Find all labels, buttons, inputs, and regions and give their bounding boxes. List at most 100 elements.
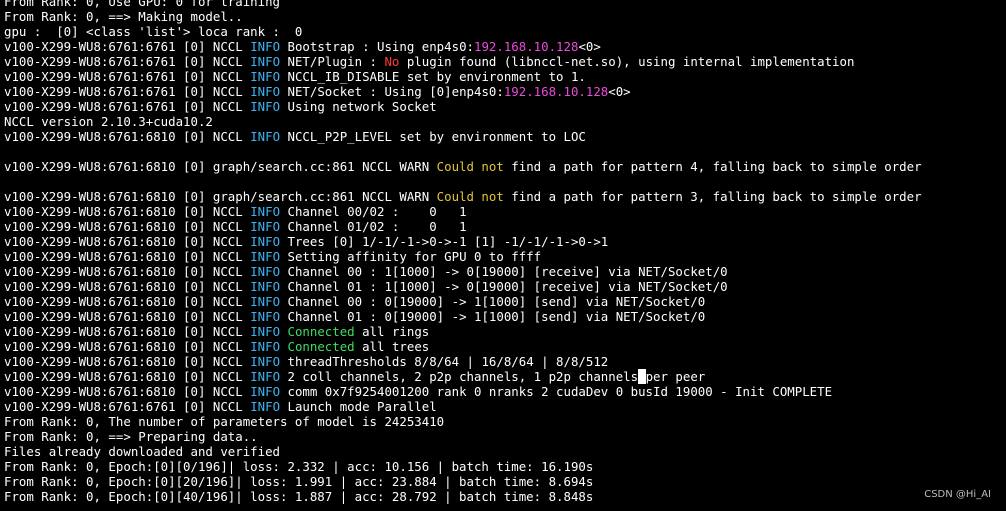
terminal-line: From Rank: 0, Epoch:[0][0/196]| loss: 2.… [4, 459, 1004, 474]
log-level-info: INFO [250, 279, 281, 294]
log-level-info: INFO [250, 354, 281, 369]
warning-keyword: Could not [436, 159, 504, 174]
terminal-line: v100-X299-WU8:6761:6810 [0] NCCL INFO Ch… [4, 279, 1004, 294]
line-text: v100-X299-WU8:6761:6810 [0] NCCL [4, 354, 251, 369]
terminal-line: v100-X299-WU8:6761:6810 [0] NCCL INFO Ch… [4, 204, 1004, 219]
line-text: v100-X299-WU8:6761:6810 [0] NCCL [4, 279, 251, 294]
ip-address: 192.168.10.128 [474, 39, 579, 54]
line-text: 2 coll channels, 2 p2p channels, 1 p2p c… [280, 369, 639, 384]
line-text: v100-X299-WU8:6761:6761 [0] NCCL [4, 84, 251, 99]
terminal-line: Files already downloaded and verified [4, 444, 1004, 459]
line-text: find a path for pattern 4, falling back … [503, 159, 922, 174]
connected-keyword: Connected [287, 324, 355, 339]
terminal-line: From Rank: 0, Epoch:[0][20/196]| loss: 1… [4, 474, 1004, 489]
warning-keyword: Could not [436, 189, 504, 204]
line-text: Channel 00 : 0[19000] -> 1[1000] [send] … [280, 294, 706, 309]
terminal-output: From Rank: 0, Use GPU: 0 for training Fro… [4, 0, 1004, 504]
log-level-info: INFO [250, 324, 281, 339]
line-text: v100-X299-WU8:6761:6761 [0] NCCL [4, 69, 251, 84]
terminal-line: v100-X299-WU8:6761:6810 [0] NCCL INFO Se… [4, 249, 1004, 264]
line-text: v100-X299-WU8:6761:6810 [0] NCCL [4, 369, 251, 384]
terminal-line: v100-X299-WU8:6761:6761 [0] NCCL INFO NE… [4, 84, 1004, 99]
line-text: From Rank: 0, Use GPU: 0 for training [4, 0, 281, 9]
terminal-line: v100-X299-WU8:6761:6761 [0] NCCL INFO Us… [4, 99, 1004, 114]
line-text: From Rank: 0, ==> Preparing data.. [4, 429, 258, 444]
line-text: v100-X299-WU8:6761:6810 [0] NCCL [4, 234, 251, 249]
log-level-info: INFO [250, 204, 281, 219]
line-text: find a path for pattern 3, falling back … [503, 189, 922, 204]
terminal-line: v100-X299-WU8:6761:6761 [0] NCCL INFO La… [4, 399, 1004, 414]
log-level-info: INFO [250, 69, 281, 84]
line-text: v100-X299-WU8:6761:6810 [0] NCCL [4, 324, 251, 339]
line-text: v100-X299-WU8:6761:6810 [0] NCCL [4, 264, 251, 279]
line-text: comm 0x7f9254001200 rank 0 nranks 2 cuda… [280, 384, 833, 399]
line-text: Channel 01 : 0[19000] -> 1[1000] [send] … [280, 309, 706, 324]
terminal-line: v100-X299-WU8:6761:6810 [0] NCCL INFO Tr… [4, 234, 1004, 249]
line-text: v100-X299-WU8:6761:6761 [0] NCCL [4, 39, 251, 54]
line-text: From Rank: 0, ==> Making model.. [4, 9, 243, 24]
log-level-info: INFO [250, 234, 281, 249]
no-keyword: No [384, 54, 400, 69]
terminal-line: v100-X299-WU8:6761:6810 [0] NCCL INFO Ch… [4, 264, 1004, 279]
line-text: Launch mode Parallel [280, 399, 437, 414]
terminal-line: v100-X299-WU8:6761:6810 [0] graph/search… [4, 159, 1004, 174]
log-level-info: INFO [250, 339, 281, 354]
log-level-info: INFO [250, 54, 281, 69]
line-text: v100-X299-WU8:6761:6810 [0] graph/search… [4, 159, 437, 174]
log-level-info: INFO [250, 264, 281, 279]
log-level-info: INFO [250, 249, 281, 264]
line-text: v100-X299-WU8:6761:6761 [0] NCCL [4, 99, 251, 114]
terminal-line: From Rank: 0, ==> Preparing data.. [4, 429, 1004, 444]
line-text: v100-X299-WU8:6761:6810 [0] NCCL [4, 339, 251, 354]
line-text: Trees [0] 1/-1/-1->0->-1 [1] -1/-1/-1->0… [280, 234, 609, 249]
terminal-line: From Rank: 0, Use GPU: 0 for training [4, 0, 1004, 9]
terminal-line: From Rank: 0, ==> Making model.. [4, 9, 1004, 24]
line-text: Channel 01 : 1[1000] -> 0[19000] [receiv… [280, 279, 728, 294]
terminal-line: v100-X299-WU8:6761:6810 [0] NCCL INFO Co… [4, 339, 1004, 354]
terminal-line: v100-X299-WU8:6761:6810 [0] NCCL INFO NC… [4, 129, 1004, 144]
terminal-line: v100-X299-WU8:6761:6761 [0] NCCL INFO Bo… [4, 39, 1004, 54]
log-level-info: INFO [250, 99, 281, 114]
line-text: NCCL_P2P_LEVEL set by environment to LOC [280, 129, 586, 144]
terminal-line: v100-X299-WU8:6761:6761 [0] NCCL INFO NE… [4, 54, 1004, 69]
log-level-info: INFO [250, 39, 281, 54]
line-text: v100-X299-WU8:6761:6810 [0] NCCL [4, 219, 251, 234]
line-text: gpu : [0] <class 'list'> loca rank : 0 [4, 24, 303, 39]
line-text: all rings [354, 324, 430, 339]
line-text [280, 324, 287, 339]
log-level-info: INFO [250, 219, 281, 234]
terminal-line: v100-X299-WU8:6761:6810 [0] NCCL INFO Co… [4, 324, 1004, 339]
terminal-line: v100-X299-WU8:6761:6810 [0] NCCL INFO Ch… [4, 219, 1004, 234]
line-text: v100-X299-WU8:6761:6761 [0] NCCL [4, 54, 251, 69]
terminal-line: gpu : [0] <class 'list'> loca rank : 0 [4, 24, 1004, 39]
text-cursor [638, 369, 646, 384]
terminal-line: v100-X299-WU8:6761:6810 [0] NCCL INFO Ch… [4, 294, 1004, 309]
line-text: v100-X299-WU8:6761:6761 [0] NCCL [4, 399, 251, 414]
line-text: NCCL version 2.10.3+cuda10.2 [4, 114, 213, 129]
terminal-line: v100-X299-WU8:6761:6810 [0] NCCL INFO co… [4, 384, 1004, 399]
terminal-line: From Rank: 0, Epoch:[0][40/196]| loss: 1… [4, 489, 1004, 504]
line-text: v100-X299-WU8:6761:6810 [0] NCCL [4, 249, 251, 264]
terminal-line: v100-X299-WU8:6761:6810 [0] NCCL INFO 2 … [4, 369, 1004, 384]
line-text: per peer [645, 369, 706, 384]
line-text: v100-X299-WU8:6761:6810 [0] NCCL [4, 309, 251, 324]
log-level-info: INFO [250, 369, 281, 384]
terminal-window[interactable]: From Rank: 0, Use GPU: 0 for training Fro… [0, 0, 1006, 511]
line-text: NET/Plugin : [280, 54, 385, 69]
line-text: v100-X299-WU8:6761:6810 [0] NCCL [4, 129, 251, 144]
log-level-info: INFO [250, 399, 281, 414]
log-level-info: INFO [250, 129, 281, 144]
watermark: CSDN @Hi_AI [924, 489, 991, 500]
terminal-line: v100-X299-WU8:6761:6810 [0] NCCL INFO th… [4, 354, 1004, 369]
line-text: threadThresholds 8/8/64 | 16/8/64 | 8/8/… [280, 354, 609, 369]
log-level-info: INFO [250, 384, 281, 399]
ip-address: 192.168.10.128 [503, 84, 609, 99]
line-text: v100-X299-WU8:6761:6810 [0] NCCL [4, 384, 251, 399]
line-text: Channel 00 : 1[1000] -> 0[19000] [receiv… [280, 264, 728, 279]
log-level-info: INFO [250, 84, 281, 99]
line-text: all trees [354, 339, 430, 354]
line-text: From Rank: 0, The number of parameters o… [4, 414, 445, 429]
line-text: Files already downloaded and verified [4, 444, 281, 459]
